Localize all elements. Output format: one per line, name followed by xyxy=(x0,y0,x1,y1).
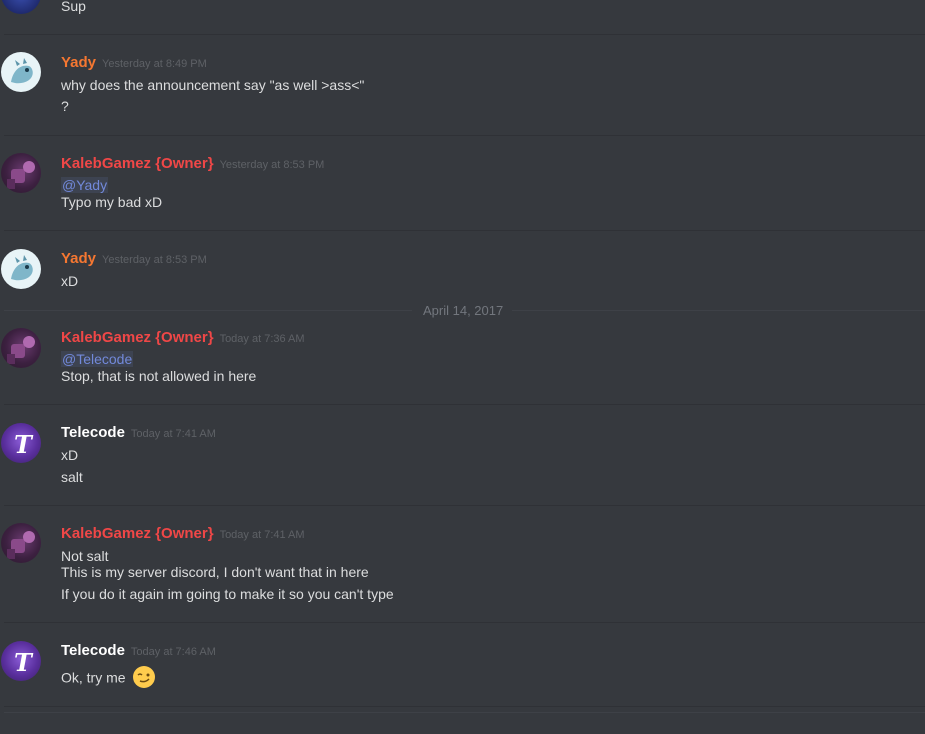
avatar[interactable] xyxy=(1,523,41,563)
message-divider xyxy=(4,34,925,35)
message-divider xyxy=(4,706,925,707)
avatar[interactable] xyxy=(1,153,41,193)
author-name[interactable]: Yady xyxy=(61,250,96,267)
timestamp: Today at 7:46 AM xyxy=(130,646,216,658)
telecode-t-icon: T xyxy=(14,430,34,459)
author-name[interactable]: Telecode xyxy=(61,424,125,441)
message-text: Sup xyxy=(61,0,86,14)
username[interactable]: Yady Yesterday at 8:49 PM xyxy=(61,54,207,71)
username[interactable]: KalebGamez {Owner} Today at 7:36 AM xyxy=(61,329,305,346)
author-name[interactable]: KalebGamez {Owner} xyxy=(61,525,214,542)
avatar[interactable]: T xyxy=(1,423,41,463)
message-text: xD xyxy=(61,447,79,463)
message-divider xyxy=(4,712,925,713)
separator-rule xyxy=(512,310,925,311)
username[interactable]: KalebGamez {Owner} Today at 7:41 AM xyxy=(61,525,305,542)
separator-rule xyxy=(4,310,412,311)
telecode-t-icon: T xyxy=(14,648,34,677)
avatar[interactable] xyxy=(1,249,41,289)
timestamp: Yesterday at 8:53 PM xyxy=(102,254,207,266)
message-divider xyxy=(4,135,925,136)
smirk-wink-emoji-icon[interactable] xyxy=(133,666,156,688)
message-text: Typo my bad xD xyxy=(61,194,163,210)
user-mention[interactable]: @Telecode xyxy=(61,351,134,367)
username[interactable]: Telecode Today at 7:46 AM xyxy=(61,642,216,659)
timestamp: Yesterday at 8:49 PM xyxy=(102,58,207,70)
message-text: salt xyxy=(61,469,83,485)
timestamp: Today at 7:41 AM xyxy=(130,428,216,440)
avatar[interactable] xyxy=(1,0,41,14)
timestamp: Today at 7:36 AM xyxy=(219,333,305,345)
avatar[interactable]: T xyxy=(1,641,41,681)
avatar[interactable] xyxy=(1,52,41,92)
author-name[interactable]: KalebGamez {Owner} xyxy=(61,329,214,346)
robot-avatar-icon xyxy=(7,161,35,189)
timestamp: Yesterday at 8:53 PM xyxy=(219,159,325,171)
message-divider xyxy=(4,404,925,405)
username[interactable]: Yady Yesterday at 8:53 PM xyxy=(61,250,207,267)
date-separator: April 14, 2017 xyxy=(0,303,925,318)
author-name[interactable]: Yady xyxy=(61,54,96,71)
robot-avatar-icon xyxy=(7,336,35,364)
message-text: This is my server discord, I don't want … xyxy=(61,564,369,580)
message-text: Ok, try me xyxy=(61,666,156,690)
message-text: why does the announcement say "as well >… xyxy=(61,77,365,93)
avatar[interactable] xyxy=(1,328,41,368)
message-divider xyxy=(4,505,925,506)
message-text: xD xyxy=(61,273,79,289)
message-text: Not salt xyxy=(61,548,109,564)
message-text: If you do it again im going to make it s… xyxy=(61,586,394,602)
message-text: @Telecode xyxy=(61,351,134,367)
username[interactable]: KalebGamez {Owner} Yesterday at 8:53 PM xyxy=(61,155,324,172)
message-divider xyxy=(4,622,925,623)
date-label: April 14, 2017 xyxy=(423,303,504,318)
username[interactable]: Telecode Today at 7:41 AM xyxy=(61,424,216,441)
author-name[interactable]: KalebGamez {Owner} xyxy=(61,155,214,172)
message-text: @Yady xyxy=(61,177,109,193)
user-mention[interactable]: @Yady xyxy=(61,177,109,193)
message-text-content: Ok, try me xyxy=(61,669,126,686)
robot-avatar-icon xyxy=(7,531,35,559)
message-text: Stop, that is not allowed in here xyxy=(61,368,257,384)
author-name[interactable]: Telecode xyxy=(61,642,125,659)
message-divider xyxy=(4,230,925,231)
dragon-icon xyxy=(11,255,33,281)
dragon-icon xyxy=(11,58,33,84)
svg-text:T: T xyxy=(14,648,34,677)
message-text: ? xyxy=(61,98,69,114)
smirk-wink-emoji-icon xyxy=(137,673,150,683)
timestamp: Today at 7:41 AM xyxy=(219,529,305,541)
svg-text:T: T xyxy=(14,430,34,459)
